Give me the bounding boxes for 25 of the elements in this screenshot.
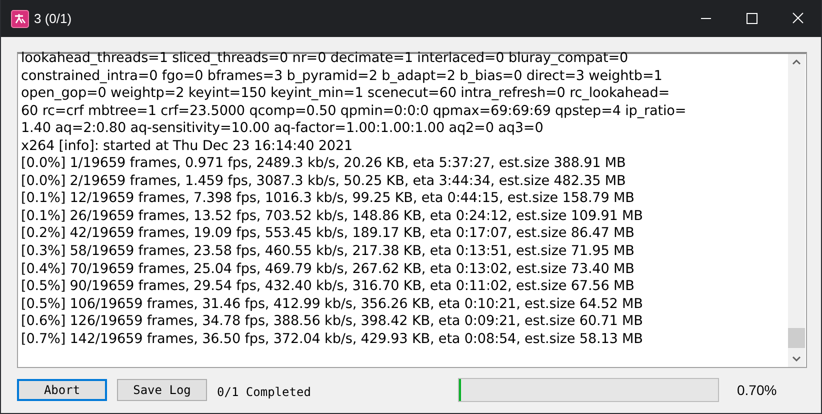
- log-line: 1.40 aq=2:0.80 aq-sensitivity=10.00 aq-factor=1.00:1.00:1.00 aq2=0 aq3=0: [21, 120, 544, 138]
- log-line: [0.2%] 42/19659 frames, 19.09 fps, 553.45 kb/s, 189.17 KB, eta 0:17:07, est.size 86.47 MB: [21, 225, 636, 244]
- log-line: 60 rc=crf mbtree=1 crf=23.5000 qcomp=0.50 qpmin=0:0:0 qpmax=69:69:69 qpstep=4 ip_ratio=: [21, 102, 688, 120]
- log-line: lookahead_threads=1 sliced_threads=0 nr=0 decimate=1 interlaced=0 bluray_compat=0: [21, 50, 630, 68]
- log-line: [0.6%] 126/19659 frames, 34.78 fps, 388.56 kb/s, 398.42 KB, eta 0:09:21, est.size 60.71 MB: [21, 313, 644, 331]
- log-line: [0.5%] 90/19659 frames, 29.54 fps, 432.40 kb/s, 316.70 KB, eta 0:11:02, est.size 67.56 MB: [21, 278, 636, 296]
- log-line: constrained_intra=0 fgo=0 bframes=3 b_pyramid=2 b_adapt=2 b_bias=0 direct=3 weightb=1: [21, 68, 664, 86]
- log-line: [0.0%] 1/19659 frames, 0.971 fps, 2489.3 kb/s, 20.26 KB, eta 5:37:27, est.size 388.91 MB: [21, 155, 627, 173]
- scroll-thumb[interactable]: [788, 328, 805, 348]
- app-icon: [11, 10, 29, 28]
- status-text: 0/1 Completed: [217, 385, 312, 399]
- log-line: [0.5%] 106/19659 frames, 31.46 fps, 412.99 kb/s, 356.26 KB, eta 0:10:21, est.size 64.52 MB: [21, 296, 644, 314]
- log-line: [0.3%] 58/19659 frames, 23.58 fps, 460.55 kb/s, 217.38 KB, eta 0:13:51, est.size 71.95 MB: [21, 243, 636, 261]
- log-line: open_gop=0 weightp=2 keyint=150 keyint_min=1 scenecut=60 intra_refresh=0 rc_lookahead=: [21, 85, 671, 103]
- log-line: [0.7%] 142/19659 frames, 36.50 fps, 372.04 kb/s, 429.93 KB, eta 0:08:54, est.size 58.13 MB: [21, 330, 644, 348]
- log-line: [0.0%] 2/19659 frames, 1.459 fps, 3087.3 kb/s, 50.25 KB, eta 3:44:34, est.size 482.35 MB: [21, 172, 627, 190]
- log-line: [0.1%] 12/19659 frames, 7.398 fps, 1016.3 kb/s, 99.25 KB, eta 0:44:15, est.size 158.79 MB: [21, 190, 636, 208]
- progress-percent: 0.70%: [737, 382, 777, 398]
- abort-button[interactable]: Abort: [17, 379, 107, 401]
- window-title: 3 (0/1): [34, 11, 72, 26]
- scrollbar[interactable]: [788, 54, 805, 367]
- save-log-button[interactable]: Save Log: [117, 379, 207, 401]
- log-line: [0.1%] 26/19659 frames, 13.52 fps, 703.52 kb/s, 148.86 KB, eta 0:24:12, est.size 109.91 MB: [21, 208, 644, 226]
- log-line: x264 [info]: started at Thu Dec 23 16:14:40 2021: [21, 138, 354, 156]
- log-line: [0.4%] 70/19659 frames, 25.04 fps, 469.79 kb/s, 267.62 KB, eta 0:13:02, est.size 73.40 MB: [21, 260, 636, 278]
